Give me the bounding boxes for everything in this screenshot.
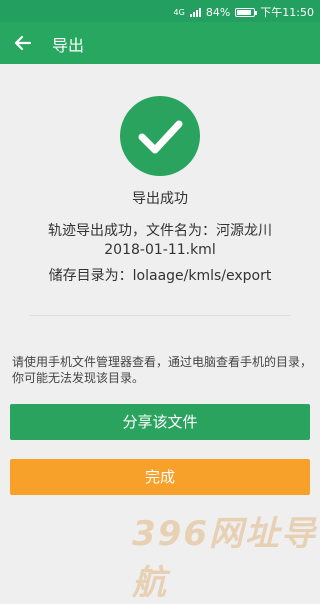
- success-line-2: 2018-01-11.kml: [104, 242, 216, 258]
- network-type: 4G: [173, 7, 185, 17]
- status-bar: 4G 84% 下午11:50: [0, 0, 320, 22]
- share-file-button[interactable]: 分享该文件: [10, 404, 310, 440]
- directory-text: 储存目录为：lolaage/kmls/export: [48, 268, 272, 284]
- status-right: 4G 84% 下午11:50: [174, 4, 314, 20]
- arrow-left-icon: [14, 35, 32, 51]
- success-line-1: 轨迹导出成功，文件名为：河源龙川: [48, 223, 272, 239]
- page-title: 导出: [52, 36, 85, 55]
- done-button[interactable]: 完成: [10, 459, 310, 495]
- hint-text: 请使用手机文件管理器查看，通过电脑查看手机的目录，你可能无法发现该目录。: [12, 355, 313, 385]
- app-bar: 导出: [0, 22, 320, 64]
- check-circle-icon: [120, 96, 200, 176]
- divider: [30, 315, 290, 316]
- clock: 下午11:50: [260, 6, 314, 19]
- success-message: 轨迹导出成功，文件名为：河源龙川 2018-01-11.kml: [0, 222, 320, 260]
- watermark: 396网址导航: [132, 514, 317, 603]
- battery-level-fill: [237, 9, 251, 15]
- signal-icon: [189, 7, 201, 17]
- battery-percent: 84%: [205, 5, 231, 19]
- back-button[interactable]: [8, 28, 38, 58]
- result-title: 导出成功: [132, 191, 188, 207]
- checkmark-icon: [138, 120, 183, 154]
- battery-icon: [235, 7, 258, 17]
